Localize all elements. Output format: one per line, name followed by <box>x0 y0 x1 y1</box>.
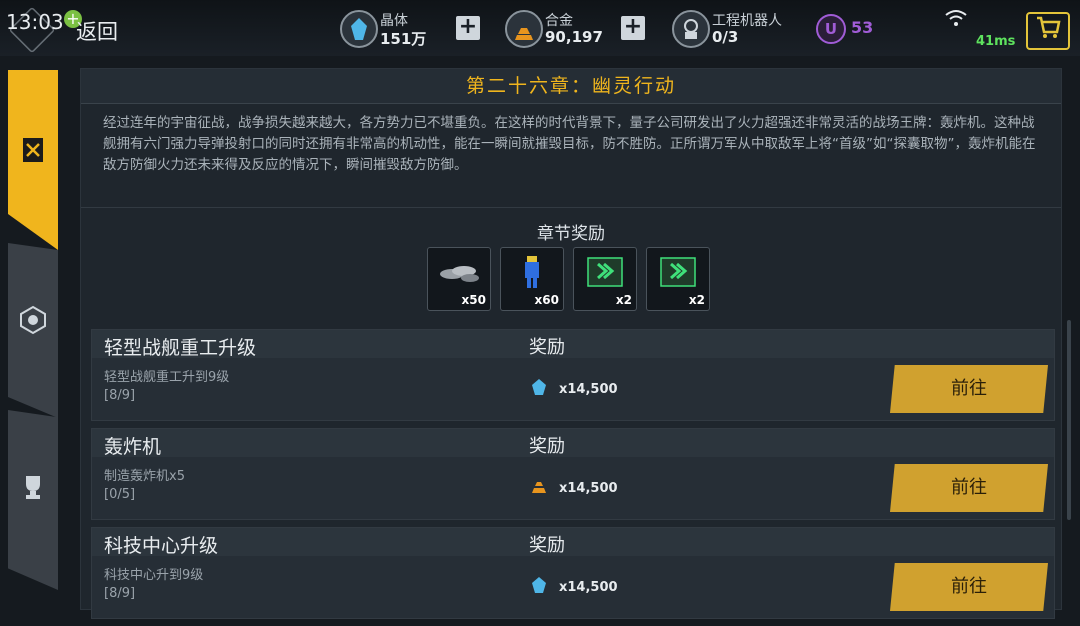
premium-currency-icon: U <box>816 14 846 44</box>
wifi-icon <box>944 8 968 32</box>
alloy-resource: 合金 90,197 <box>505 6 615 50</box>
reward-count: x60 <box>534 293 559 307</box>
go-button[interactable]: 前往 <box>890 365 1048 413</box>
scrollbar[interactable] <box>1067 320 1071 520</box>
tab-alliance[interactable] <box>8 243 58 418</box>
alloy-value: 90,197 <box>545 28 603 46</box>
divider <box>81 207 1061 208</box>
task-progress: [8/9] <box>104 388 136 403</box>
reward-item[interactable]: x60 <box>500 247 564 311</box>
premium-currency-value: 53 <box>851 18 874 37</box>
task-reward-amount: x14,500 <box>559 580 618 595</box>
reward-item[interactable]: x2 <box>573 247 637 311</box>
chapter-panel: 第二十六章：幽灵行动 经过连年的宇宙征战，战争损失越来越大，各方势力已不堪重负。… <box>80 68 1062 619</box>
robot-value: 0/3 <box>712 28 739 46</box>
task-reward-amount: x14,500 <box>559 382 618 397</box>
reward-count: x2 <box>615 293 632 307</box>
chapter-reward-list: x50 x60 x2 x2 <box>427 247 710 311</box>
task-name: 轻型战舰重工升级 <box>104 337 257 359</box>
add-alloy-button[interactable]: + <box>621 16 645 40</box>
reward-count: x2 <box>688 293 705 307</box>
go-button[interactable]: 前往 <box>890 563 1048 611</box>
reward-item[interactable]: x2 <box>646 247 710 311</box>
crossed-swords-banner-icon <box>18 136 48 166</box>
alloy-icon <box>530 477 548 495</box>
speedup-15min-icon <box>657 254 699 290</box>
alloy-icon <box>505 10 543 48</box>
chapter-description: 经过连年的宇宙征战，战争损失越来越大，各方势力已不堪重负。在这样的时代背景下，量… <box>103 115 1036 173</box>
crystal-value: 151万 <box>380 30 427 48</box>
trophy-icon <box>18 472 48 502</box>
task-row: 科技中心升级 奖励 科技中心升到9级 [8/9] x14,500 前往 <box>91 527 1055 619</box>
reward-item[interactable]: x50 <box>427 247 491 311</box>
crystal-label: 晶体 <box>380 13 408 29</box>
metal-plates-icon <box>438 254 480 290</box>
crystal-icon <box>530 576 548 594</box>
task-name: 轰炸机 <box>104 436 162 458</box>
tab-chapter[interactable] <box>8 70 58 250</box>
blue-robot-icon <box>511 254 553 290</box>
back-button[interactable]: 返回 <box>76 16 118 46</box>
crystal-icon <box>340 10 378 48</box>
robot-resource: 工程机器人 0/3 <box>672 6 802 50</box>
crystal-icon <box>530 378 548 396</box>
shield-emblem-icon <box>18 305 48 335</box>
task-description: 科技中心升到9级 <box>104 568 204 583</box>
crystal-resource: 晶体 151万 <box>340 6 460 50</box>
add-crystal-button[interactable]: + <box>456 16 480 40</box>
task-reward-label: 奖励 <box>529 337 565 358</box>
task-list: 轻型战舰重工升级 奖励 轻型战舰重工升到9级 [8/9] x14,500 前往 … <box>91 329 1055 626</box>
top-bar: 13:03 + 返回 晶体 151万 + 合金 90,197 + 工程机器人 0… <box>0 0 1080 56</box>
task-description: 制造轰炸机x5 <box>104 469 185 484</box>
task-progress: [0/5] <box>104 487 136 502</box>
task-row: 轻型战舰重工升级 奖励 轻型战舰重工升到9级 [8/9] x14,500 前往 <box>91 329 1055 421</box>
alloy-label: 合金 <box>545 13 573 29</box>
shop-cart-icon[interactable] <box>1026 12 1070 50</box>
task-name: 科技中心升级 <box>104 535 219 557</box>
status-time: 13:03 <box>6 10 64 34</box>
reward-count: x50 <box>461 293 486 307</box>
speedup-5min-icon <box>584 254 626 290</box>
task-reward-label: 奖励 <box>529 535 565 556</box>
task-description: 轻型战舰重工升到9级 <box>104 370 230 385</box>
latency-value: 41ms <box>976 34 1016 49</box>
chapter-rewards-title: 章节奖励 <box>537 224 605 244</box>
task-reward-label: 奖励 <box>529 436 565 457</box>
task-progress: [8/9] <box>104 586 136 601</box>
tab-trophy[interactable] <box>8 410 58 590</box>
go-button[interactable]: 前往 <box>890 464 1048 512</box>
robot-label: 工程机器人 <box>712 13 782 29</box>
chapter-title: 第二十六章：幽灵行动 <box>81 69 1061 104</box>
task-row: 轰炸机 奖励 制造轰炸机x5 [0/5] x14,500 前往 <box>91 428 1055 520</box>
robot-icon <box>672 10 710 48</box>
task-reward-amount: x14,500 <box>559 481 618 496</box>
